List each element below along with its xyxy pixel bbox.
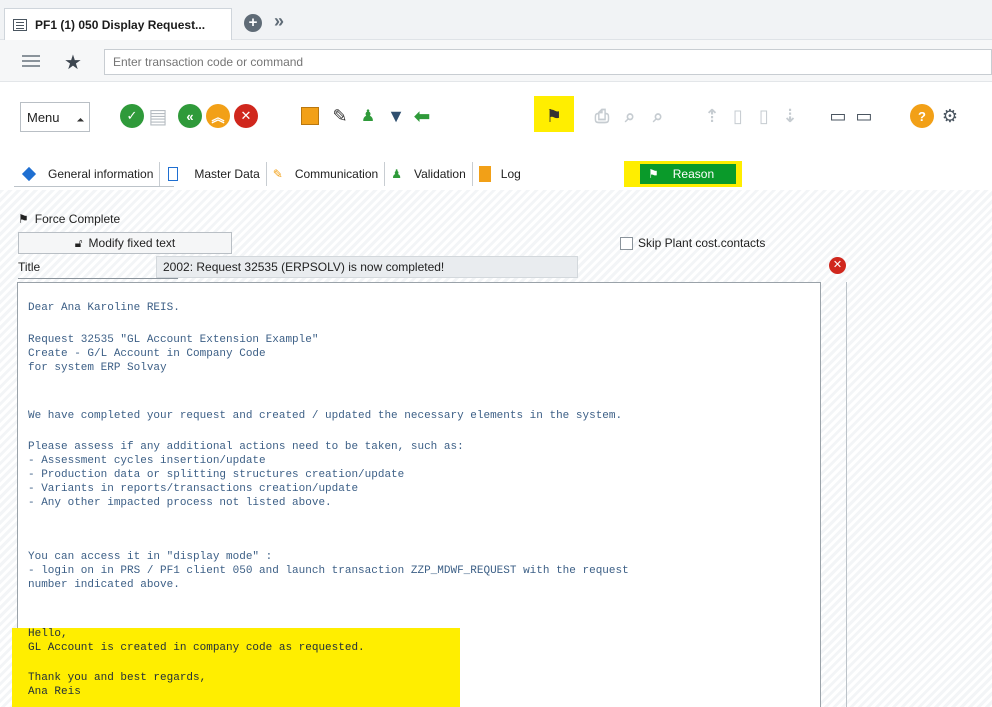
print-icon[interactable]: ⎙ <box>590 104 614 128</box>
title-label: Title <box>18 260 41 274</box>
user-assign-icon[interactable]: ♟ <box>356 104 380 128</box>
modify-fixed-text-label: Modify fixed text <box>88 236 176 250</box>
cancel-icon[interactable]: ✕ <box>234 104 258 128</box>
back-icon[interactable]: « <box>178 104 202 128</box>
text-line: Thank you and best regards, <box>28 672 207 684</box>
text-line: - login on in PRS / PF1 client 050 and l… <box>28 565 629 577</box>
text-line: for system ERP Solvay <box>28 362 167 374</box>
text-line: Create - G/L Account in Company Code <box>28 348 266 360</box>
session-tab[interactable]: PF1 (1) 050 Display Request... <box>4 8 232 40</box>
tab-strip: General information Master Data ✎ Commun… <box>14 162 742 186</box>
flag-icon: ⚑ <box>648 167 659 181</box>
checkbox-box[interactable] <box>620 236 633 250</box>
exit-icon[interactable]: ︽ <box>206 104 230 128</box>
edit-pencil-icon[interactable]: ✎ <box>328 104 352 128</box>
previous-page-icon[interactable]: ▯ <box>726 104 750 128</box>
comment-icon[interactable]: ▼ <box>384 104 408 128</box>
create-session-icon[interactable]: ▭ <box>826 104 850 128</box>
new-tab-plus-icon[interactable]: + <box>244 14 262 32</box>
first-page-icon[interactable]: ⇡ <box>700 104 724 128</box>
text-line: Hello, <box>28 628 68 640</box>
help-icon[interactable]: ? <box>910 104 934 128</box>
tab-communication[interactable]: ✎ Communication <box>267 162 386 186</box>
settings-gear-icon[interactable]: ⚙ <box>938 104 962 128</box>
editor-right-border <box>846 282 847 707</box>
save-icon[interactable]: ▤ <box>146 104 170 128</box>
log-icon <box>478 166 491 182</box>
shortcut-icon[interactable]: ▭ <box>852 104 876 128</box>
text-line: GL Account is created in company code as… <box>28 642 365 654</box>
favorite-star-icon[interactable]: ★ <box>64 50 82 75</box>
finish-flag-icon[interactable]: ⚑ <box>542 104 566 128</box>
tab-validation[interactable]: ♟ Validation <box>385 162 473 186</box>
text-line: - Assessment cycles insertion/update <box>28 455 266 467</box>
title-underline <box>18 278 178 279</box>
validation-icon: ♟ <box>391 167 402 181</box>
chevron-right-double-icon[interactable]: » <box>274 11 284 32</box>
text-line: - Production data or splitting structure… <box>28 469 405 481</box>
note-icon[interactable] <box>298 104 322 128</box>
menu-button-label: Menu <box>27 109 60 125</box>
return-arrow-icon[interactable]: ⬅ <box>410 104 434 128</box>
force-complete-label: Force Complete <box>34 212 121 226</box>
tab-label: Communication <box>294 167 379 181</box>
last-page-icon[interactable]: ⇣ <box>778 104 802 128</box>
text-line: Request 32535 "GL Account Extension Exam… <box>28 334 319 346</box>
text-line: Dear Ana Karoline REIS. <box>28 302 180 314</box>
text-line: number indicated above. <box>28 579 180 591</box>
text-line: - Any other impacted process not listed … <box>28 497 332 509</box>
tab-log[interactable]: Log <box>473 162 527 186</box>
hamburger-icon[interactable] <box>22 55 42 69</box>
next-page-icon[interactable]: ▯ <box>752 104 776 128</box>
finish-flag-icon: ⚑ <box>18 212 29 226</box>
command-input[interactable] <box>104 49 992 75</box>
text-line: Ana Reis <box>28 686 81 698</box>
tab-label: General information <box>48 167 154 181</box>
find-next-icon[interactable]: ⌕ <box>646 104 670 128</box>
text-line: Please assess if any additional actions … <box>28 441 464 453</box>
tab-label: Reason <box>672 167 715 181</box>
text-line: - Variants in reports/transactions creat… <box>28 483 359 495</box>
find-icon[interactable]: ⌕ <box>618 104 642 128</box>
master-data-icon <box>168 167 179 181</box>
force-complete-header: ⚑ Force Complete <box>18 212 120 226</box>
text-line: You can access it in "display mode" : <box>28 551 273 563</box>
text-line: We have completed your request and creat… <box>28 410 623 422</box>
tab-label: Log <box>500 167 521 181</box>
tab-label: Master Data <box>194 167 260 181</box>
tab-master-data[interactable]: Master Data <box>160 162 267 186</box>
unlock-icon: 🔓︎ <box>74 235 83 250</box>
title-field: 2002: Request 32535 (ERPSOLV) is now com… <box>156 256 578 278</box>
close-icon[interactable]: ✕ <box>829 257 846 274</box>
diamond-icon <box>21 166 37 182</box>
tab-reason[interactable]: ⚑ Reason <box>640 164 736 184</box>
list-icon <box>13 18 27 31</box>
tab-label: Validation <box>413 167 466 181</box>
tab-general-information[interactable]: General information <box>14 162 161 186</box>
session-tab-label: PF1 (1) 050 Display Request... <box>35 17 206 32</box>
dropdown-caret-icon <box>76 117 85 126</box>
skip-plant-checkbox[interactable]: Skip Plant cost.contacts <box>620 236 765 250</box>
tab-underline <box>14 186 174 187</box>
menu-button[interactable]: Menu <box>20 102 90 132</box>
modify-fixed-text-button[interactable]: 🔓︎ Modify fixed text <box>18 232 232 254</box>
confirm-check-icon[interactable]: ✓ <box>120 104 144 128</box>
skip-plant-label: Skip Plant cost.contacts <box>638 236 766 250</box>
communication-icon: ✎ <box>272 167 283 181</box>
